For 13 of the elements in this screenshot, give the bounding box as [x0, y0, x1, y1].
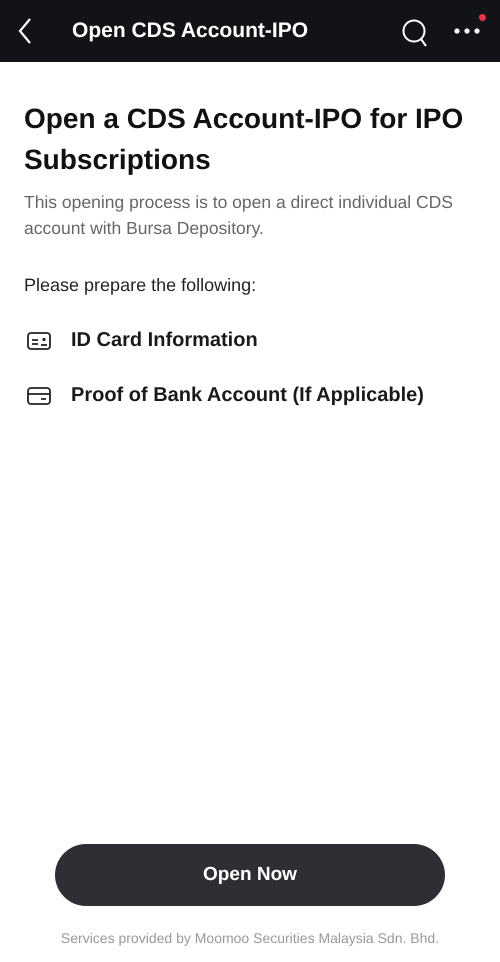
- header-title: Open CDS Account-IPO: [72, 19, 310, 43]
- bank-card-icon: [27, 386, 51, 404]
- description: This opening process is to open a direct individual CDS account with Bursa Depository.: [24, 191, 454, 240]
- page-heading: Open a CDS Account-IPO for IPO Subscriptions: [24, 102, 464, 177]
- back-icon[interactable]: [18, 18, 32, 44]
- prepare-label: Please prepare the following:: [24, 275, 258, 296]
- footer-note: Services provided by Moomoo Securities Malaysia Sdn. Bhd.: [60, 929, 440, 948]
- open-now-button[interactable]: Open Now: [55, 844, 445, 906]
- requirement-label: Proof of Bank Account (If Applicable): [71, 384, 424, 407]
- requirement-label: ID Card Information: [71, 329, 258, 352]
- more-icon[interactable]: [454, 28, 480, 34]
- search-icon[interactable]: [402, 19, 428, 47]
- id-card-icon: [27, 332, 51, 350]
